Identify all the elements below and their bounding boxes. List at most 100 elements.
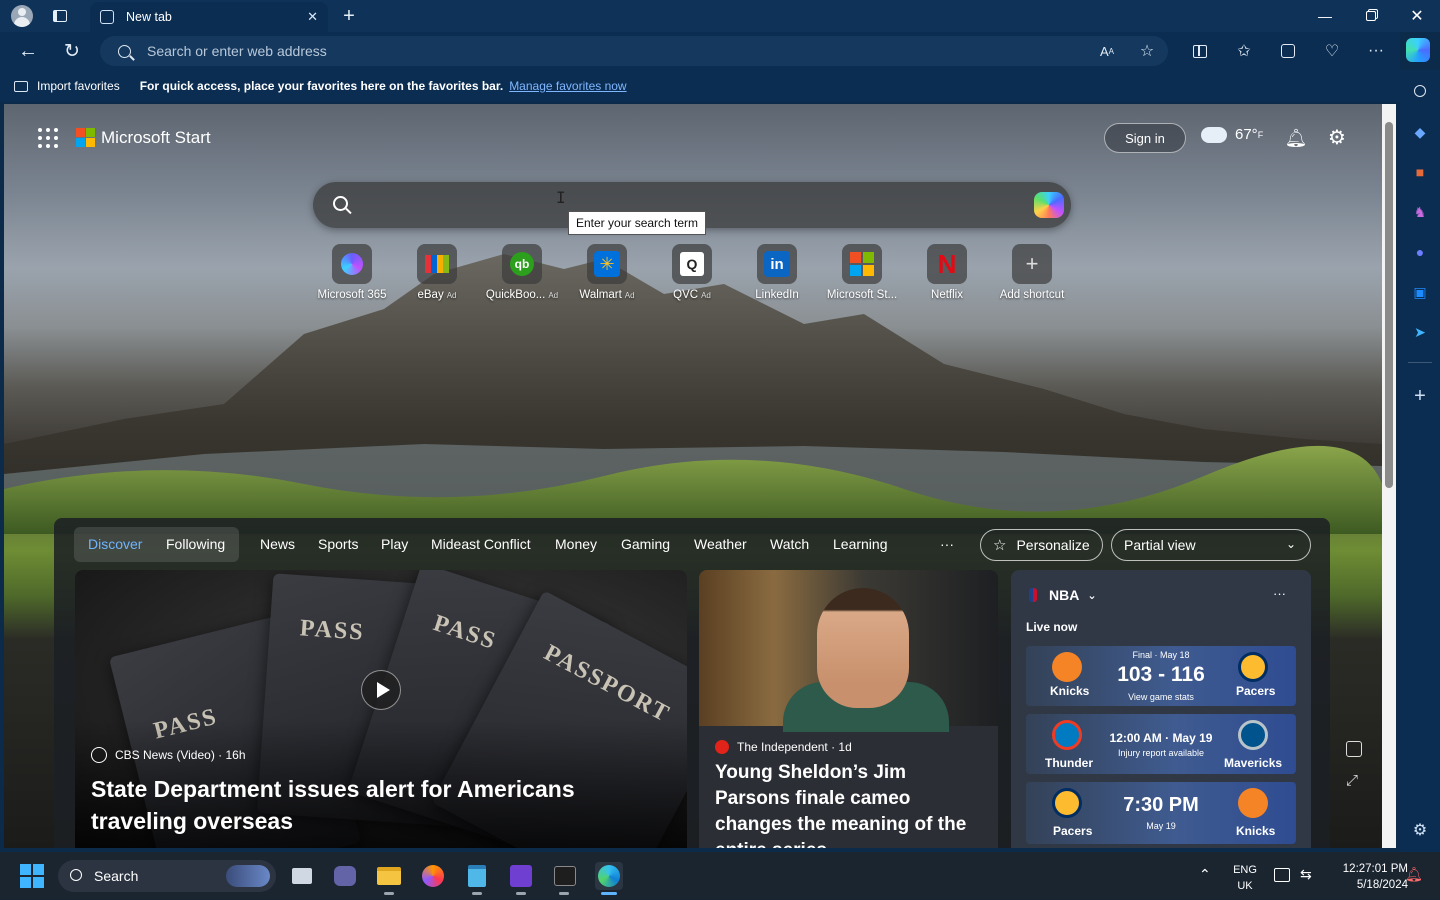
- shortcut-linkedin[interactable]: in LinkedIn: [734, 244, 820, 301]
- sidebar-drop-icon[interactable]: ➤: [1407, 319, 1433, 345]
- edge-sidebar: [1400, 70, 1440, 852]
- background-image-icon[interactable]: [1346, 741, 1362, 757]
- expand-icon[interactable]: ⤢: [1346, 772, 1358, 789]
- tab-play[interactable]: Play: [381, 536, 408, 552]
- collections-icon[interactable]: [1274, 38, 1302, 64]
- tab-news[interactable]: News: [260, 536, 295, 552]
- favorites-bar: Import favorites For quick access, place…: [0, 70, 1400, 102]
- favorite-star-icon[interactable]: ☆: [1133, 38, 1161, 64]
- sidebar-shopping-icon[interactable]: ◆: [1407, 119, 1433, 145]
- split-screen-icon[interactable]: [1186, 38, 1214, 64]
- sidebar-search-icon[interactable]: [1407, 78, 1433, 104]
- nba-league-select[interactable]: NBA ⌄: [1029, 587, 1097, 603]
- profile-avatar[interactable]: [10, 4, 34, 28]
- notifications-bell-icon[interactable]: 🔔︎: [1284, 126, 1308, 150]
- edge-browser-icon[interactable]: [595, 862, 623, 890]
- more-tabs-icon[interactable]: ···: [940, 536, 954, 552]
- new-tab-plus-icon[interactable]: +: [337, 4, 361, 28]
- tab-money[interactable]: Money: [555, 536, 597, 552]
- copilot-search-icon[interactable]: [1034, 192, 1064, 218]
- news-card-second[interactable]: The Independent · 1d Young Sheldon’s Jim…: [699, 570, 998, 848]
- sidebar-games-icon[interactable]: ♞: [1407, 199, 1433, 225]
- view-mode-select[interactable]: Partial view ⌄: [1111, 529, 1311, 561]
- article-photo-image: [699, 570, 998, 732]
- shortcut-ebay[interactable]: eBay Ad: [394, 244, 480, 301]
- app-launcher-icon[interactable]: [38, 128, 58, 148]
- game-row[interactable]: Pacers 7:30 PM May 19 Knicks: [1026, 782, 1296, 844]
- favorites-bar-message: For quick access, place your favorites h…: [139, 79, 504, 93]
- favorites-icon[interactable]: ✩: [1230, 38, 1258, 64]
- shortcut-quickbooks[interactable]: qb QuickBoo... Ad: [479, 244, 565, 301]
- tab-mideast-conflict[interactable]: Mideast Conflict: [431, 536, 531, 552]
- tab-gaming[interactable]: Gaming: [621, 536, 670, 552]
- new-tab-favicon-icon: [100, 10, 114, 24]
- close-tab-icon[interactable]: ✕: [307, 9, 318, 25]
- manage-favorites-link[interactable]: Manage favorites now: [509, 79, 626, 93]
- nba-more-icon[interactable]: ···: [1273, 586, 1286, 601]
- scrollbar-thumb[interactable]: [1385, 122, 1393, 488]
- file-explorer-icon[interactable]: [375, 862, 403, 890]
- page-settings-icon[interactable]: ⚙: [1324, 124, 1350, 150]
- import-favorites-button[interactable]: Import favorites: [14, 79, 120, 93]
- sidebar-m365-icon[interactable]: ●: [1407, 239, 1433, 265]
- game-row[interactable]: Thunder 12:00 AM · May 19 Injury report …: [1026, 714, 1296, 774]
- close-window-icon[interactable]: ✕: [1394, 0, 1440, 32]
- m365-icon: [341, 253, 363, 275]
- add-shortcut-button[interactable]: + Add shortcut: [989, 244, 1075, 301]
- notification-center-icon[interactable]: 🔔︎: [1405, 866, 1423, 883]
- play-video-icon[interactable]: [361, 670, 401, 710]
- restore-icon[interactable]: [1348, 0, 1394, 32]
- personalize-button[interactable]: ☆ Personalize: [980, 529, 1103, 561]
- windows-start-icon[interactable]: [20, 864, 44, 888]
- read-aloud-icon[interactable]: AA: [1093, 38, 1121, 64]
- shortcut-microsoft-365[interactable]: Microsoft 365: [309, 244, 395, 301]
- weather-widget[interactable]: 67° F: [1201, 121, 1263, 143]
- back-icon[interactable]: ←: [14, 38, 42, 64]
- search-highlight-icon: [226, 865, 270, 887]
- independent-logo-icon: [715, 740, 729, 754]
- card-headline[interactable]: State Department issues alert for Americ…: [91, 773, 651, 837]
- terminal-icon[interactable]: [551, 862, 579, 890]
- minimize-icon[interactable]: —: [1302, 0, 1348, 32]
- visual-studio-icon[interactable]: [507, 862, 535, 890]
- taskbar-search-box[interactable]: Search: [58, 860, 276, 892]
- tab-learning[interactable]: Learning: [833, 536, 888, 552]
- display-icon[interactable]: [1274, 868, 1290, 882]
- shortcut-microsoft-store[interactable]: Microsoft St...: [819, 244, 905, 301]
- shortcut-netflix[interactable]: N Netflix: [904, 244, 990, 301]
- tab-sports[interactable]: Sports: [318, 536, 358, 552]
- browser-essentials-icon[interactable]: ♡: [1318, 38, 1346, 64]
- sign-in-button[interactable]: Sign in: [1104, 123, 1186, 153]
- tab-following[interactable]: Following: [166, 536, 225, 552]
- tab-weather[interactable]: Weather: [694, 536, 747, 552]
- sidebar-settings-icon[interactable]: ⚙: [1407, 817, 1433, 843]
- game-row[interactable]: Knicks Final · May 18 103 - 116 View gam…: [1026, 646, 1296, 706]
- teams-chat-icon[interactable]: [331, 862, 359, 890]
- tab-watch[interactable]: Watch: [770, 536, 809, 552]
- ebay-icon: [425, 255, 449, 273]
- notepad-icon[interactable]: [463, 862, 491, 890]
- firefox-icon[interactable]: [419, 862, 447, 890]
- copilot-icon[interactable]: [1406, 38, 1430, 62]
- taskbar-clock[interactable]: 12:27:01 PM 5/18/2024: [1320, 861, 1408, 893]
- chevron-down-icon: ⌄: [1285, 537, 1296, 551]
- address-bar[interactable]: Search or enter web address: [100, 36, 1168, 66]
- sidebar-add-icon[interactable]: +: [1407, 383, 1433, 409]
- tab-actions-icon[interactable]: [48, 4, 72, 28]
- network-volume-icon[interactable]: ⇆: [1300, 866, 1312, 883]
- brand-title[interactable]: Microsoft Start: [101, 128, 211, 148]
- language-indicator[interactable]: ENG UK: [1232, 862, 1258, 894]
- shortcut-walmart[interactable]: ✳ Walmart Ad: [564, 244, 650, 301]
- mavericks-logo-icon: [1238, 720, 1268, 750]
- sidebar-tools-icon[interactable]: ■: [1407, 159, 1433, 185]
- task-view-icon[interactable]: [288, 862, 316, 890]
- card-headline[interactable]: Young Sheldon’s Jim Parsons finale cameo…: [715, 760, 985, 848]
- settings-more-icon[interactable]: ···: [1362, 38, 1390, 64]
- running-indicator: [472, 892, 482, 895]
- tab-discover[interactable]: Discover: [88, 536, 142, 552]
- sidebar-outlook-icon[interactable]: ▣: [1407, 279, 1433, 305]
- tab-new-tab[interactable]: New tab ✕: [90, 2, 328, 32]
- show-hidden-icons-icon[interactable]: ⌃: [1199, 866, 1211, 883]
- shortcut-qvc[interactable]: Q QVC Ad: [649, 244, 735, 301]
- refresh-icon[interactable]: ↻: [58, 38, 86, 64]
